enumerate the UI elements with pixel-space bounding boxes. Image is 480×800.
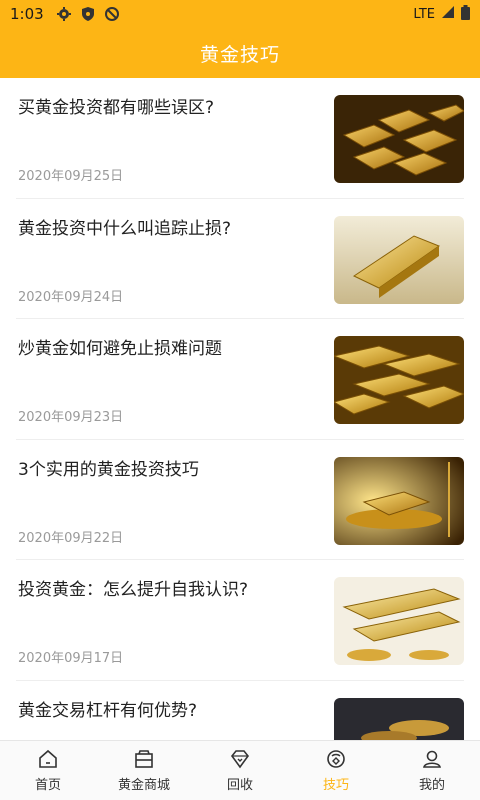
article-date: 2020年09月24日: [18, 289, 124, 305]
battery-icon: [461, 4, 470, 24]
tab-profile[interactable]: 我的: [384, 741, 480, 800]
article-item[interactable]: 投资黄金：怎么提升自我认识? 2020年09月17日: [16, 560, 464, 681]
shop-icon: [135, 750, 153, 768]
single-gold-bar-image: [334, 215, 464, 304]
article-item[interactable]: 炒黄金如何避免止损难问题 2020年09月23日: [16, 319, 464, 440]
app-header: 黄金技巧: [0, 28, 480, 78]
gold-bars-scale-image: [334, 456, 464, 545]
gold-bars-stack-image: [334, 336, 464, 424]
article-list: 买黄金投资都有哪些误区? 2020年09月25日 黄金投资中什么叫追踪止损? 2…: [0, 78, 480, 740]
article-item[interactable]: 黄金交易杠杆有何优势?: [16, 681, 464, 740]
tips-icon: [327, 750, 345, 768]
signal-icon: [441, 5, 455, 23]
gold-bars-treasure-image: [334, 577, 464, 665]
tab-label: 黄金商城: [117, 778, 170, 793]
tab-label: 回收: [226, 778, 253, 793]
shield-icon: [80, 6, 96, 22]
bottom-nav: 首页 黄金商城 回收 技巧 我的: [0, 740, 480, 800]
article-date: 2020年09月25日: [18, 169, 124, 184]
diamond-icon: [230, 750, 250, 769]
article-title: 黄金交易杠杆有何优势?: [18, 700, 198, 721]
user-icon: [423, 750, 441, 768]
article-item[interactable]: 买黄金投资都有哪些误区? 2020年09月25日: [16, 78, 464, 199]
article-item[interactable]: 黄金投资中什么叫追踪止损? 2020年09月24日: [16, 199, 464, 319]
tab-home[interactable]: 首页: [0, 741, 96, 800]
article-title: 投资黄金：怎么提升自我认识?: [18, 580, 249, 600]
page-title: 黄金技巧: [199, 43, 280, 66]
article-date: 2020年09月17日: [18, 651, 124, 666]
gold-bars-dark-image: [334, 697, 464, 740]
article-title: 炒黄金如何避免止损难问题: [18, 339, 222, 359]
gear-icon: [56, 6, 72, 22]
tab-shop[interactable]: 黄金商城: [96, 741, 192, 800]
article-title: 3个实用的黄金投资技巧: [18, 459, 199, 480]
article-title: 买黄金投资都有哪些误区?: [18, 98, 215, 118]
tab-label: 首页: [34, 778, 61, 793]
tab-recycle[interactable]: 回收: [192, 741, 288, 800]
tab-label: 技巧: [322, 778, 349, 793]
article-date: 2020年09月22日: [18, 530, 124, 546]
tab-label: 我的: [418, 778, 445, 793]
tab-tips[interactable]: 技巧: [288, 741, 384, 800]
gold-bars-pile-image: [334, 95, 464, 183]
article-title: 黄金投资中什么叫追踪止损?: [18, 218, 232, 239]
home-icon: [39, 749, 57, 768]
status-time: 1:03: [10, 5, 44, 23]
article-item[interactable]: 3个实用的黄金投资技巧 2020年09月22日: [16, 440, 464, 560]
network-label: LTE: [413, 6, 435, 22]
no-disturb-icon: [104, 6, 120, 22]
article-date: 2020年09月23日: [18, 410, 124, 425]
status-bar: 1:03 LTE: [0, 0, 480, 28]
